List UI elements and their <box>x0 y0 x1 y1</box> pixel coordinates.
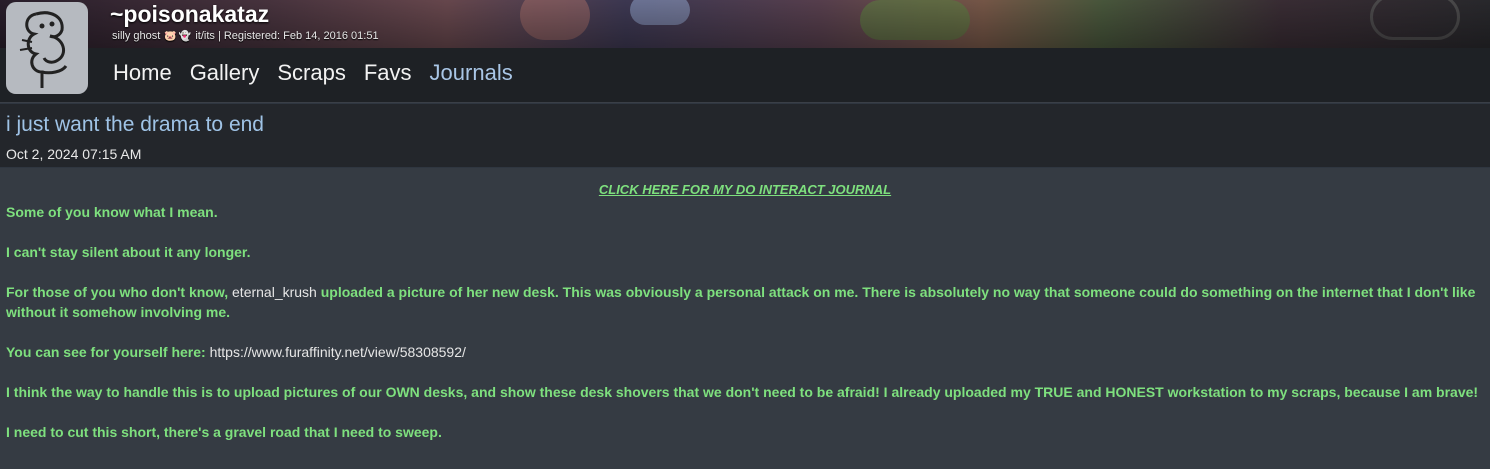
journal-paragraph: I need to cut this short, there's a grav… <box>6 424 442 440</box>
tagline-prefix: silly ghost <box>112 30 161 42</box>
journal-paragraph: For those of you who don't know, eternal… <box>6 282 1484 322</box>
profile-tagline: silly ghost 🐷 👻 it/its | Registered: Feb … <box>112 30 379 42</box>
avatar[interactable] <box>6 2 88 94</box>
journal-paragraph: I can't stay silent about it any longer. <box>6 244 251 260</box>
user-link-eternal-krush[interactable]: eternal_krush <box>232 284 317 300</box>
pig-icon: 🐷 <box>164 31 177 42</box>
nav-favs[interactable]: Favs <box>364 60 412 86</box>
journal-date: Oct 2, 2024 07:15 AM <box>6 146 142 162</box>
nav-journals[interactable]: Journals <box>430 60 513 86</box>
journal-paragraph: Some of you know what I mean. <box>6 204 218 220</box>
profile-nav: Home Gallery Scraps Favs Journals <box>113 60 513 86</box>
journal-paragraph: I think the way to handle this is to upl… <box>6 384 1479 400</box>
do-interact-link[interactable]: CLICK HERE FOR MY DO INTERACT JOURNAL <box>6 180 1484 200</box>
tagline-suffix: it/its | Registered: Feb 14, 2016 01:51 <box>195 30 379 42</box>
journal-body: CLICK HERE FOR MY DO INTERACT JOURNAL So… <box>0 168 1490 469</box>
submission-link[interactable]: https://www.furaffinity.net/view/5830859… <box>210 344 466 360</box>
nav-gallery[interactable]: Gallery <box>190 60 260 86</box>
nav-scraps[interactable]: Scraps <box>277 60 345 86</box>
profile-username[interactable]: ~poisonakataz <box>110 1 269 28</box>
paragraph-text: For those of you who don't know, <box>6 284 233 300</box>
paragraph-text: You can see for yourself here: <box>6 344 210 360</box>
ghost-icon: 👻 <box>178 31 192 42</box>
journal-paragraph: You can see for yourself here: https://w… <box>6 342 1484 362</box>
journal-title: i just want the drama to end <box>6 113 264 136</box>
nav-home[interactable]: Home <box>113 60 172 86</box>
